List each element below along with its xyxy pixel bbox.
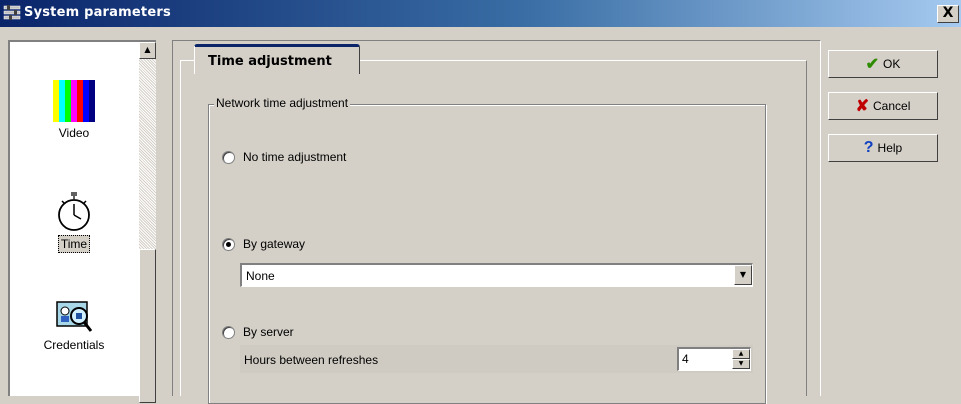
spinner-value[interactable]: 4 (682, 352, 689, 366)
tab-label: Time adjustment (208, 54, 332, 69)
chevron-down-icon[interactable]: ▼ (734, 265, 752, 285)
sidebar-scrollbar[interactable]: ▲ (139, 42, 156, 403)
help-label: Help (877, 141, 903, 155)
window-title: System parameters (24, 5, 171, 20)
help-button[interactable]: ? Help (828, 134, 938, 162)
radio-label: No time adjustment (243, 150, 347, 164)
radio-button-icon[interactable] (222, 237, 235, 251)
ok-button[interactable]: ✔ OK (828, 50, 938, 78)
radio-label: By server (243, 325, 294, 339)
tab-time-adjustment[interactable]: Time adjustment (194, 44, 360, 74)
close-button[interactable]: X (937, 5, 959, 23)
sidebar-item-label: Time (57, 235, 91, 253)
stopwatch-icon (58, 192, 90, 231)
category-list[interactable]: Video Time Credentials ▲ (8, 40, 156, 403)
sidebar-item-label: Video (58, 126, 90, 140)
checkmark-icon: ✔ (865, 56, 880, 73)
select-value: None (246, 269, 275, 283)
radio-by-server[interactable]: By server (222, 325, 294, 339)
group-legend: Network time adjustment (214, 96, 351, 110)
gateway-select[interactable]: None ▼ (240, 263, 753, 287)
question-mark-icon: ? (863, 139, 874, 156)
refresh-hours-spinner[interactable]: 4 ▲ ▼ (677, 347, 751, 371)
sidebar-item-label: Credentials (43, 338, 105, 352)
radio-no-time-adjustment[interactable]: No time adjustment (222, 150, 346, 164)
sidebar-item-video[interactable]: Video (10, 80, 138, 141)
radio-by-gateway[interactable]: By gateway (222, 237, 305, 251)
color-bars-icon (53, 80, 95, 122)
badge-magnifier-icon (56, 301, 93, 332)
cancel-button[interactable]: ✘ Cancel (828, 92, 938, 120)
radio-label: By gateway (243, 237, 306, 251)
refresh-hours-label: Hours between refreshes (244, 353, 379, 367)
sidebar-item-time[interactable]: Time (10, 192, 138, 253)
scroll-up-arrow-icon[interactable]: ▲ (139, 42, 156, 59)
spin-down-icon[interactable]: ▼ (732, 359, 750, 369)
cancel-label: Cancel (873, 99, 911, 113)
scrollbar-thumb[interactable] (139, 249, 156, 403)
sidebar-item-credentials[interactable]: Credentials (10, 300, 138, 353)
refresh-hours-row: Hours between refreshes 4 ▲ ▼ (240, 345, 753, 373)
title-bar: System parameters X (0, 0, 961, 27)
cancel-x-icon: ✘ (855, 98, 870, 115)
spin-up-icon[interactable]: ▲ (732, 349, 750, 359)
radio-button-icon[interactable] (222, 325, 235, 339)
radio-button-icon[interactable] (222, 150, 235, 164)
ok-label: OK (883, 57, 901, 71)
settings-app-icon (3, 5, 21, 20)
